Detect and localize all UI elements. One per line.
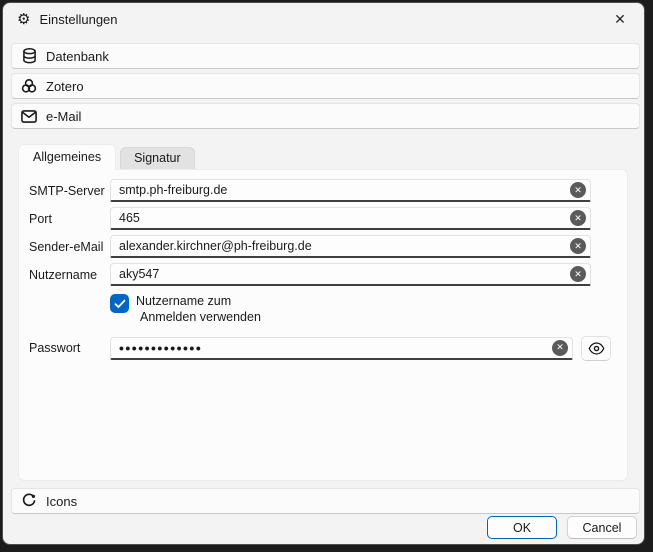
username-label: Nutzername — [29, 268, 110, 282]
section-list: Datenbank Zotero e-Mail — [11, 43, 640, 129]
password-masked-value: ••••••••••••• — [119, 340, 552, 356]
email-tabs: Allgemeines Signatur — [18, 144, 628, 169]
form-row-port: Port 465 ✕ — [29, 207, 611, 230]
form-row-sender: Sender-eMail alexander.kirchner@ph-freib… — [29, 235, 611, 258]
use-username-checkbox[interactable] — [110, 294, 129, 313]
eye-icon — [588, 342, 605, 355]
tab-signatur[interactable]: Signatur — [120, 147, 195, 169]
section-icons[interactable]: Icons — [11, 488, 640, 514]
form-row-password: Passwort ••••••••••••• ✕ — [29, 336, 611, 361]
tab-allgemeines[interactable]: Allgemeines — [18, 144, 116, 170]
section-label: Zotero — [46, 79, 84, 94]
form-row-smtp: SMTP-Server smtp.ph-freiburg.de ✕ — [29, 179, 611, 202]
smtp-server-label: SMTP-Server — [29, 184, 110, 198]
clear-button[interactable]: ✕ — [570, 238, 586, 254]
use-username-login-row: Nutzername zum Anmelden verwenden — [110, 293, 611, 326]
smtp-server-value: smtp.ph-freiburg.de — [119, 183, 570, 197]
sender-email-label: Sender-eMail — [29, 240, 110, 254]
section-datenbank[interactable]: Datenbank — [11, 43, 640, 69]
database-icon — [20, 47, 38, 65]
clear-icon: ✕ — [574, 214, 582, 223]
cancel-button[interactable]: Cancel — [567, 516, 637, 539]
show-password-button[interactable] — [581, 336, 611, 361]
close-button[interactable]: ✕ — [604, 7, 636, 31]
clear-button[interactable]: ✕ — [570, 182, 586, 198]
bottom-section-list: Icons — [11, 488, 640, 514]
section-email[interactable]: e-Mail — [11, 103, 640, 129]
port-label: Port — [29, 212, 110, 226]
sender-email-input[interactable]: alexander.kirchner@ph-freiburg.de ✕ — [110, 235, 591, 258]
section-label: e-Mail — [46, 109, 81, 124]
gear-icon: ⚙ — [17, 12, 30, 27]
use-username-checkbox-label: Nutzername zum Anmelden verwenden — [136, 293, 261, 326]
section-label: Datenbank — [46, 49, 109, 64]
ok-button[interactable]: OK — [487, 516, 557, 539]
clear-button[interactable]: ✕ — [552, 340, 568, 356]
clear-icon: ✕ — [556, 343, 564, 352]
clear-button[interactable]: ✕ — [570, 210, 586, 226]
clear-icon: ✕ — [574, 186, 582, 195]
title-bar: ⚙ Einstellungen ✕ — [3, 3, 644, 35]
username-value: aky547 — [119, 267, 570, 281]
clear-icon: ✕ — [574, 270, 582, 279]
password-label: Passwort — [29, 341, 110, 355]
sender-email-value: alexander.kirchner@ph-freiburg.de — [119, 239, 570, 253]
port-input[interactable]: 465 ✕ — [110, 207, 591, 230]
dialog-title: Einstellungen — [39, 12, 117, 27]
username-input[interactable]: aky547 ✕ — [110, 263, 591, 286]
check-icon — [114, 299, 126, 309]
port-value: 465 — [119, 211, 570, 225]
clear-icon: ✕ — [574, 242, 582, 251]
settings-dialog: ⚙ Einstellungen ✕ Datenbank — [2, 2, 645, 545]
dialog-footer: OK Cancel — [487, 516, 637, 539]
section-label: Icons — [46, 494, 77, 509]
smtp-server-input[interactable]: smtp.ph-freiburg.de ✕ — [110, 179, 591, 202]
close-icon: ✕ — [614, 11, 626, 28]
refresh-icon — [20, 492, 38, 510]
form-row-username: Nutzername aky547 ✕ — [29, 263, 611, 286]
section-zotero[interactable]: Zotero — [11, 73, 640, 99]
zotero-icon — [20, 77, 38, 95]
email-general-panel: SMTP-Server smtp.ph-freiburg.de ✕ Port 4… — [18, 169, 628, 481]
envelope-icon — [20, 107, 38, 125]
password-input[interactable]: ••••••••••••• ✕ — [110, 337, 573, 360]
clear-button[interactable]: ✕ — [570, 266, 586, 282]
